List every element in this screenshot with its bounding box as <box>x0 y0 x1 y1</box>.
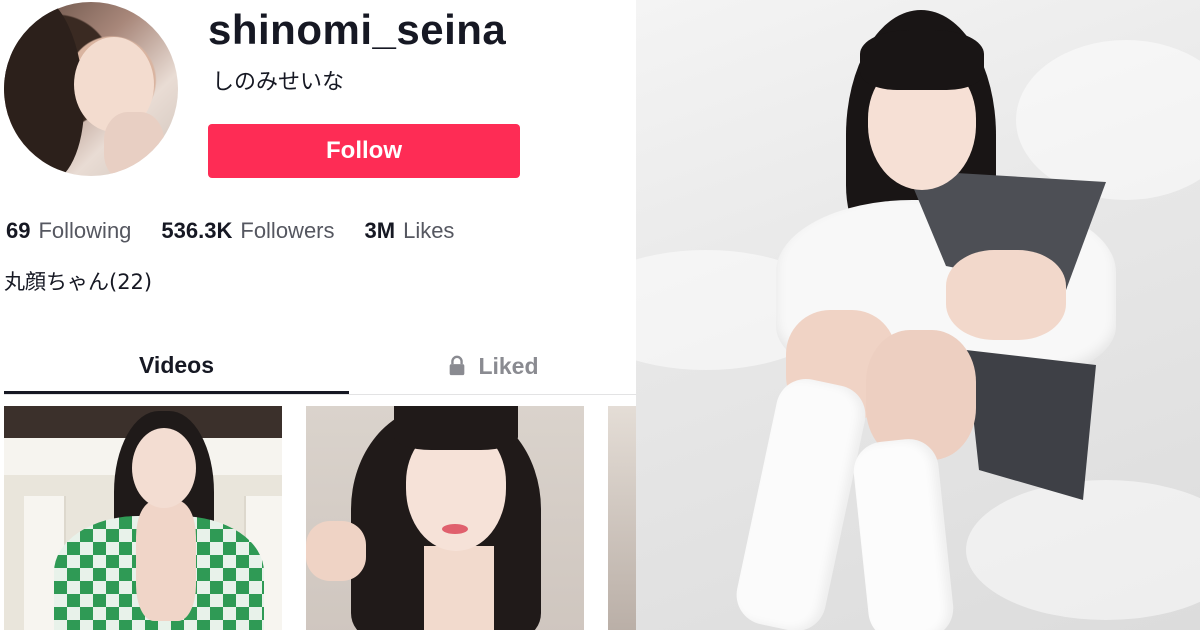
tab-liked[interactable]: Liked <box>349 340 636 392</box>
avatar[interactable] <box>4 2 178 176</box>
stat-followers[interactable]: 536.3K Followers <box>161 218 334 244</box>
tab-videos[interactable]: Videos <box>4 340 349 394</box>
video-grid <box>4 406 636 630</box>
stat-value: 3M <box>364 218 396 243</box>
nickname: しのみせいな <box>212 70 345 95</box>
video-thumbnail[interactable] <box>608 406 636 630</box>
profile-tabs: Videos Liked <box>4 340 636 395</box>
profile-panel: shinomi_seina しのみせいな Follow 69 Following… <box>0 0 636 630</box>
featured-photo <box>636 0 1200 630</box>
follow-button[interactable]: Follow <box>208 124 520 178</box>
stat-value: 69 <box>6 218 31 243</box>
tab-liked-label: Liked <box>478 352 539 379</box>
video-thumbnail[interactable] <box>4 406 282 630</box>
stat-label: Followers <box>240 218 335 243</box>
stat-likes: 3M Likes <box>365 218 455 244</box>
video-thumbnail[interactable] <box>306 406 584 630</box>
stat-value: 536.3K <box>161 218 233 243</box>
username: shinomi_seina <box>208 6 507 53</box>
bio: 丸顔ちゃん(22) <box>4 270 153 294</box>
profile-stats: 69 Following 536.3K Followers 3M Likes <box>6 218 454 244</box>
stat-following[interactable]: 69 Following <box>6 218 131 244</box>
stat-label: Likes <box>403 218 455 243</box>
lock-icon <box>450 355 465 376</box>
stat-label: Following <box>38 218 132 243</box>
